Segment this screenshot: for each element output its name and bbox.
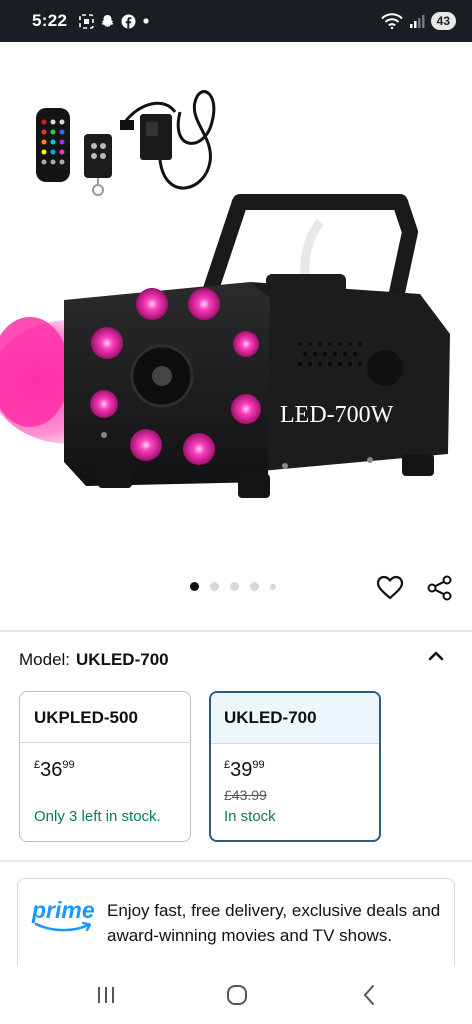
variant-price: £3699	[34, 759, 75, 781]
home-icon[interactable]	[223, 981, 251, 1009]
status-bar: 5:22 43	[0, 0, 472, 42]
model-selector-header[interactable]: Model: UKLED-700	[19, 650, 169, 670]
model-label: Model:	[19, 650, 71, 669]
status-right: 43	[380, 12, 456, 30]
stock-status: In stock	[224, 808, 276, 825]
variant-card-ukled-700[interactable]: UKLED-700 £3999 £43.99 In stock	[209, 691, 381, 842]
variant-name: UKLED-700	[211, 693, 379, 744]
wired-controller-icon	[120, 90, 216, 190]
recent-apps-icon[interactable]	[92, 981, 120, 1009]
share-icon[interactable]	[426, 574, 454, 602]
chevron-up-icon[interactable]	[424, 644, 448, 668]
battery-indicator: 43	[430, 12, 456, 30]
prime-logo: prime	[32, 897, 96, 934]
carousel-dot[interactable]	[270, 583, 276, 590]
prime-promo-banner[interactable]: prime Enjoy fast, free delivery, exclusi…	[17, 878, 455, 978]
prime-message: Enjoy fast, free delivery, exclusive dea…	[107, 901, 441, 945]
heart-icon[interactable]	[376, 574, 404, 602]
variant-price: £3999	[224, 759, 265, 781]
variant-list-price: £43.99	[224, 787, 267, 803]
remote-control-icon	[36, 108, 70, 182]
snapchat-icon	[101, 14, 114, 27]
section-divider	[0, 630, 472, 632]
stock-status: Only 3 left in stock.	[34, 808, 161, 825]
product-image-label: LED-700W	[280, 402, 394, 428]
carousel-dot[interactable]	[190, 582, 199, 591]
fog-machine-illustration: LED-700W	[0, 90, 450, 498]
dot-icon	[143, 18, 149, 24]
facebook-icon	[121, 14, 136, 28]
model-value: UKLED-700	[76, 650, 169, 669]
variant-name: UKPLED-500	[20, 692, 190, 743]
carousel-dot[interactable]	[210, 582, 219, 591]
status-time: 5:22	[32, 11, 68, 30]
image-carousel-dots	[190, 582, 276, 591]
product-image[interactable]: LED-700W	[0, 42, 472, 582]
android-navigation-bar	[0, 966, 472, 1024]
back-icon[interactable]	[356, 981, 384, 1009]
variant-card-ukpled-500[interactable]: UKPLED-500 £3699 Only 3 left in stock.	[19, 691, 191, 842]
key-fob-icon	[84, 134, 112, 196]
notification-icons	[79, 13, 150, 29]
screenshot-icon	[79, 13, 95, 29]
section-divider	[0, 860, 472, 862]
wifi-icon	[380, 13, 403, 29]
signal-icon	[409, 15, 425, 28]
carousel-dot[interactable]	[250, 582, 259, 591]
carousel-dot[interactable]	[230, 582, 239, 591]
